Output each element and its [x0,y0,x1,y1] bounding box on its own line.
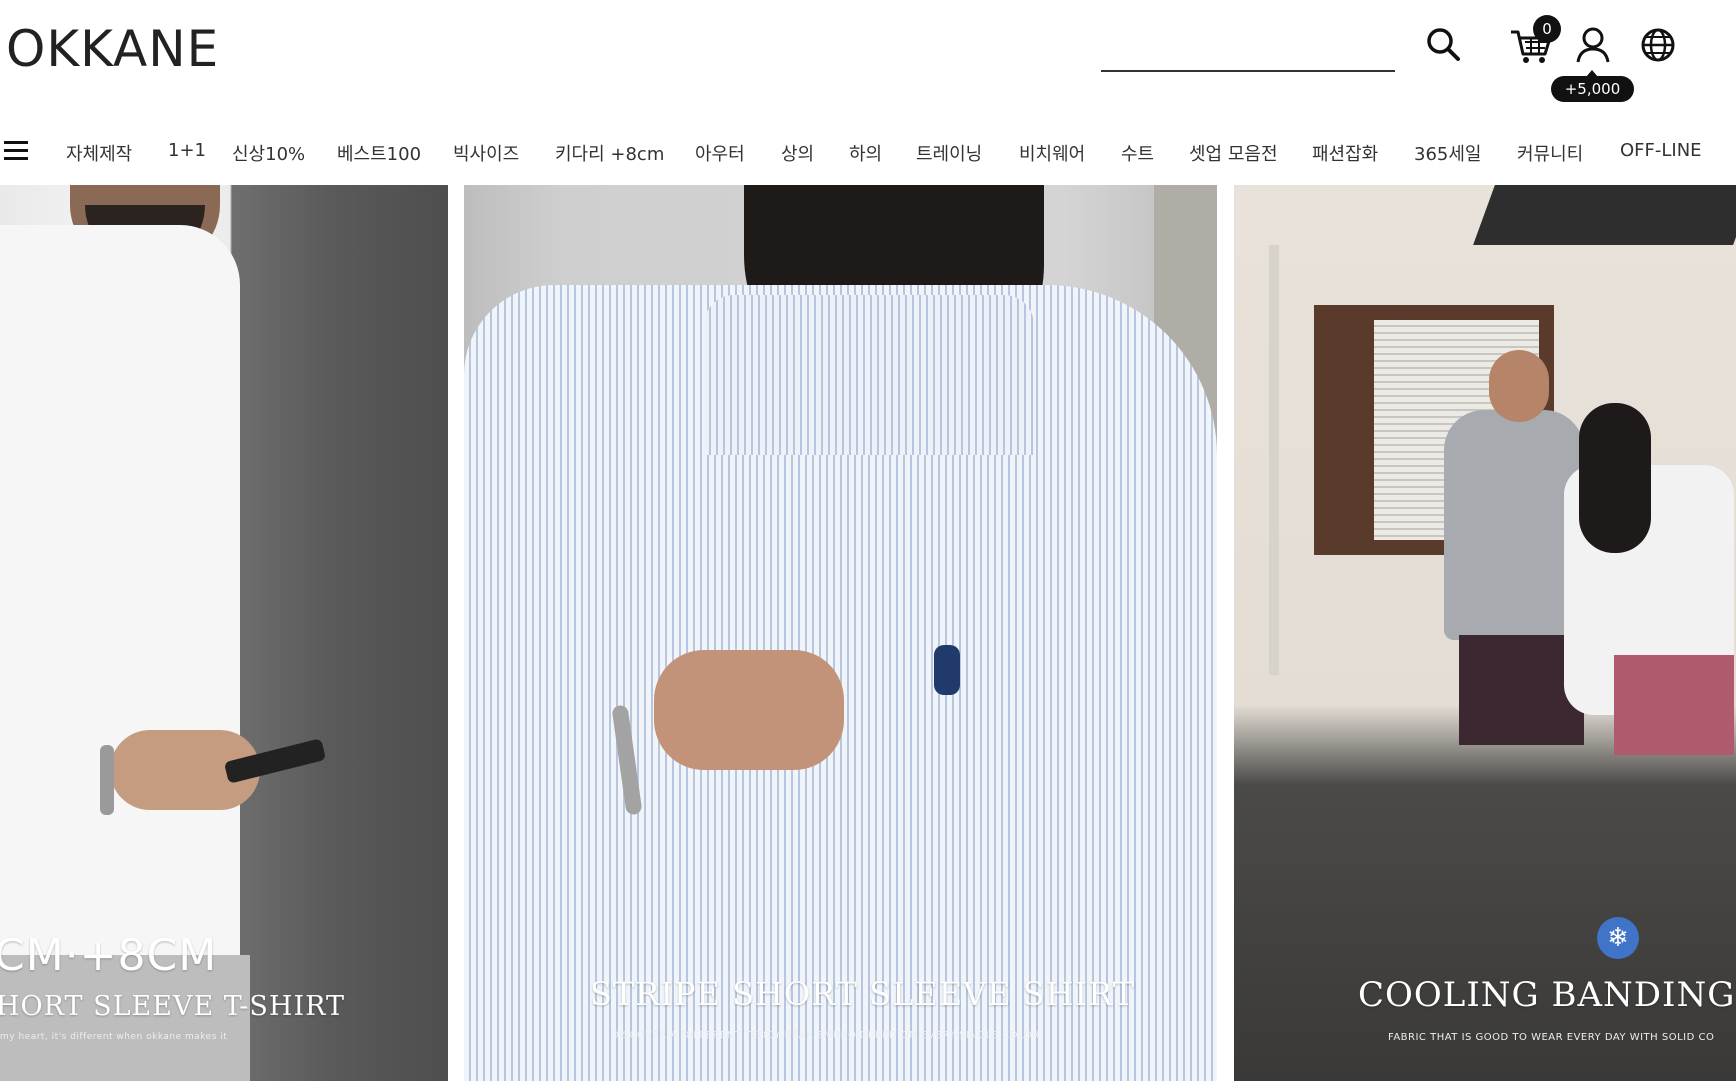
bracelet-shape [100,745,114,815]
pipe-shape [1269,245,1279,675]
banner-1-title-line1: CM·+8CM [0,930,218,981]
points-badge: +5,000 [1551,70,1634,102]
nav-item-outer[interactable]: 아우터 [695,140,745,166]
nav-item-setup[interactable]: 셋업 모음전 [1189,140,1278,166]
woman-hair [1579,403,1651,553]
search-input[interactable] [1101,38,1395,72]
nav-item-custom-made[interactable]: 자체제작 [66,140,132,166]
category-nav: 자체제작 1+1 신상10% 베스트100 빅사이즈 키다리 +8cm 아우터 … [0,128,1736,176]
nav-item-beachwear[interactable]: 비치웨어 [1019,140,1085,166]
banner-1-title-line2: HORT SLEEVE T-SHIRT [0,991,345,1022]
teddy-bear-embroidery [934,645,960,695]
banner-1-subtitle: my heart, it's different when okkane mak… [0,1032,228,1042]
banner-tshirt[interactable]: CM·+8CM HORT SLEEVE T-SHIRT my heart, it… [0,185,448,1081]
user-icon[interactable] [1574,26,1612,66]
nav-item-accessories[interactable]: 패션잡화 [1312,140,1378,166]
nav-item-offline[interactable]: OFF-LINE [1620,140,1702,161]
cooling-icon: ❄ [1597,917,1639,959]
cart-count-badge: 0 [1533,15,1561,43]
man-head [1489,350,1549,422]
nav-item-new-10[interactable]: 신상10% [232,140,305,166]
model-hand [654,650,844,770]
nav-item-bottoms[interactable]: 하의 [849,140,882,166]
site-header: OKKANE 0 +5,000 [0,0,1736,112]
nav-item-365-sale[interactable]: 365세일 [1414,140,1481,166]
collar-shape [704,295,1034,455]
banner-2-title: STRIPE SHORT SLEEVE SHIRT [590,975,1136,1013]
banner-stripe-shirt[interactable]: STRIPE SHORT SLEEVE SHIRT DISCOVER A DIF… [464,185,1217,1081]
nav-item-best100[interactable]: 베스트100 [337,140,421,166]
nav-item-tall-8cm[interactable]: 키다리 +8cm [555,140,664,166]
man-jacket [1444,410,1584,640]
search-icon[interactable] [1424,26,1464,66]
nav-item-suit[interactable]: 수트 [1121,140,1154,166]
nav-item-community[interactable]: 커뮤니티 [1517,140,1583,166]
nav-item-big-size[interactable]: 빅사이즈 [453,140,519,166]
hamburger-menu-icon[interactable] [4,141,28,163]
woman-shorts [1614,655,1734,755]
globe-icon[interactable] [1640,27,1676,63]
nav-item-tops[interactable]: 상의 [781,140,814,166]
banner-3-title: COOLING BANDING [1358,975,1736,1015]
nav-item-training[interactable]: 트레이닝 [916,140,982,166]
banner-2-subtitle: DISCOVER A DIFFERENT TEDDY BEAR EMBROIDE… [611,1030,1043,1041]
banner-3-subtitle: FABRIC THAT IS GOOD TO WEAR EVERY DAY WI… [1388,1032,1715,1043]
roof-shape [1473,185,1736,245]
nav-item-1plus1[interactable]: 1+1 [168,140,206,161]
banner-cooling-banding[interactable]: ❄ COOLING BANDING FABRIC THAT IS GOOD TO… [1234,185,1736,1081]
site-logo[interactable]: OKKANE [6,20,219,78]
